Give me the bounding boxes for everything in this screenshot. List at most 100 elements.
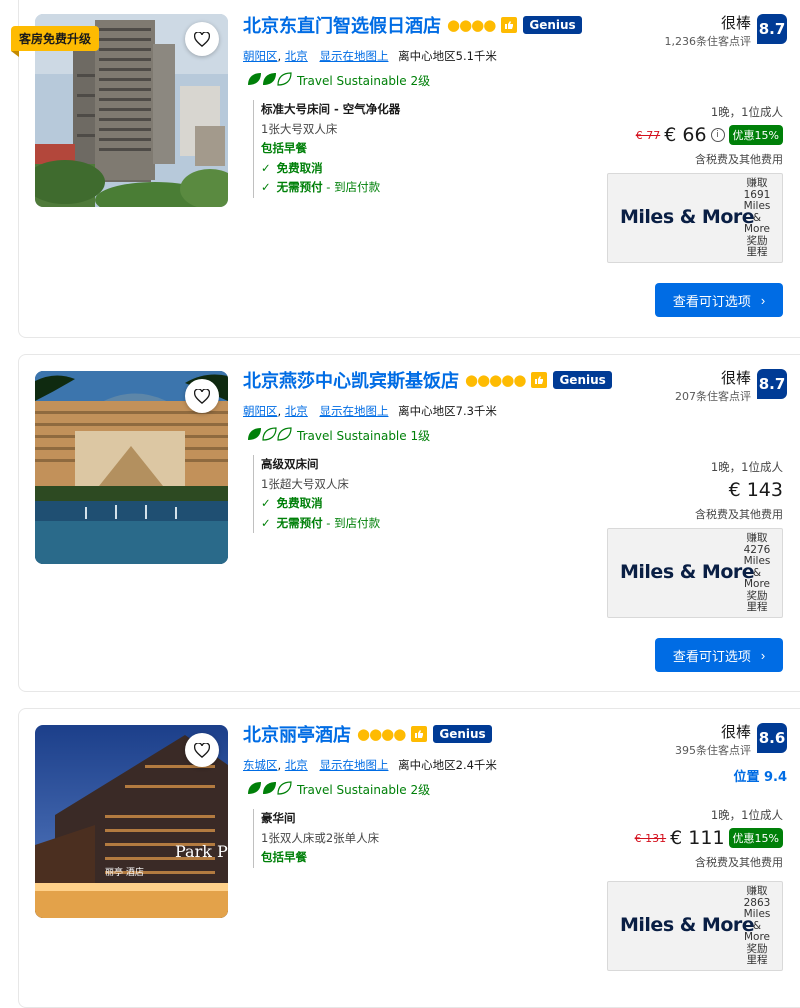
genius-badge: Genius xyxy=(523,16,582,34)
see-availability-button[interactable]: 查看可订选项 › xyxy=(655,638,783,672)
hotel-name-link[interactable]: 北京东直门智选假日酒店 xyxy=(243,12,441,38)
check-icon: ✓ xyxy=(261,180,271,194)
sustainable-label: Travel Sustainable 2级 xyxy=(297,783,431,797)
free-cancellation: ✓ 免费取消 xyxy=(261,159,581,179)
stay-details: 1晚，1位成人 xyxy=(710,105,783,119)
heart-icon xyxy=(194,31,210,47)
original-price: € 77 xyxy=(635,128,661,142)
district-link[interactable]: 朝阳区 xyxy=(243,49,278,63)
room-info: 高级双床间 1张超大号双人床 ✓ 免费取消 ✓ 无需预付 - 到店付款 xyxy=(253,455,581,533)
score-word: 很棒 xyxy=(720,14,751,32)
hotel-name-link[interactable]: 北京燕莎中心凯宾斯基饭店 xyxy=(243,367,459,393)
hotel-chinese-sign: 丽亭 酒店 xyxy=(105,866,144,878)
hotel-card: 北京燕莎中心凯宾斯基饭店 ●●●●● Genius 朝阳区, 北京 显示在地图上… xyxy=(18,354,800,692)
room-name: 豪华间 xyxy=(261,811,296,825)
save-favorite-button[interactable] xyxy=(185,733,219,767)
miles-earn-text: 赚取 2863 Miles & More 奖励 里程 xyxy=(743,885,771,966)
free-cancellation: ✓ 免费取消 xyxy=(261,494,581,514)
breakfast-included: 包括早餐 xyxy=(261,141,307,155)
score-word: 很棒 xyxy=(720,723,751,741)
show-on-map-link[interactable]: 显示在地图上 xyxy=(319,758,388,772)
star-rating: ●●●● xyxy=(357,725,406,743)
distance-text: 离中心地区5.1千米 xyxy=(398,49,497,63)
leaf-icon xyxy=(247,781,293,798)
score-badge: 8.7 xyxy=(757,14,787,44)
score-badge: 8.6 xyxy=(757,723,787,753)
hotel-photo[interactable] xyxy=(35,371,228,564)
check-icon: ✓ xyxy=(261,515,271,530)
review-score[interactable]: 很棒 1,236条住客点评 8.7 xyxy=(664,12,787,49)
stay-details: 1晚，1位成人 xyxy=(710,460,783,474)
original-price: € 131 xyxy=(634,831,667,845)
review-count: 207条住客点评 xyxy=(675,390,751,403)
sustainable-badge: Travel Sustainable 2级 xyxy=(247,72,430,89)
current-price: € 111 xyxy=(670,827,725,849)
room-info: 标准大号床间 - 空气净化器 1张大号双人床 包括早餐 ✓ 免费取消 ✓ 无需预… xyxy=(253,100,581,198)
no-prepayment: ✓ 无需预付 - 到店付款 xyxy=(261,178,581,198)
genius-badge: Genius xyxy=(553,371,612,389)
show-on-map-link[interactable]: 显示在地图上 xyxy=(319,404,388,418)
taxes-note: 含税费及其他费用 xyxy=(695,508,783,521)
heart-icon xyxy=(194,388,210,404)
check-icon: ✓ xyxy=(261,496,271,510)
hotel-photo[interactable]: Park Pl 丽亭 酒店 xyxy=(35,725,228,918)
room-name: 标准大号床间 - 空气净化器 xyxy=(261,102,401,116)
review-count: 1,236条住客点评 xyxy=(664,35,752,48)
leaf-icon xyxy=(247,72,293,89)
park-plaza-sign: Park Pl xyxy=(175,842,228,861)
distance-text: 离中心地区7.3千米 xyxy=(398,404,497,418)
miles-earn-text: 赚取 4276 Miles & More 奖励 里程 xyxy=(743,532,771,613)
leaf-icon xyxy=(247,427,293,444)
chevron-right-icon: › xyxy=(760,292,766,308)
no-prepayment: ✓ 无需预付 - 到店付款 xyxy=(261,514,581,534)
sustainable-badge: Travel Sustainable 2级 xyxy=(247,781,430,798)
sustainable-badge: Travel Sustainable 1级 xyxy=(247,427,430,444)
miles-and-more-logo: Miles & More xyxy=(620,561,755,583)
check-icon: ✓ xyxy=(261,160,271,175)
district-link[interactable]: 朝阳区 xyxy=(243,404,278,418)
save-favorite-button[interactable] xyxy=(185,22,219,56)
score-badge: 8.7 xyxy=(757,369,787,399)
sustainable-label: Travel Sustainable 2级 xyxy=(297,74,431,88)
miles-and-more-logo: Miles & More xyxy=(620,206,755,228)
show-on-map-link[interactable]: 显示在地图上 xyxy=(319,49,388,63)
city-link[interactable]: 北京 xyxy=(285,758,308,772)
current-price: € 66 xyxy=(664,124,707,146)
stay-details: 1晚，1位成人 xyxy=(710,808,783,822)
bed-type: 1张超大号双人床 xyxy=(261,476,349,491)
thumbs-up-icon xyxy=(411,726,428,742)
miles-earn-text: 赚取 1691 Miles & More 奖励 里程 xyxy=(743,177,771,258)
breakfast-included: 包括早餐 xyxy=(261,850,307,864)
current-price: € 143 xyxy=(728,479,783,501)
star-rating: ●●●●● xyxy=(465,371,526,389)
miles-and-more-box: Miles & More 赚取 2863 Miles & More 奖励 里程 xyxy=(607,881,783,971)
save-favorite-button[interactable] xyxy=(185,379,219,413)
hotel-card: 客房免费升级 北京东直门智选假日酒店 ●●●● Genius 朝阳区, 北京 显… xyxy=(11,0,800,338)
miles-and-more-box: Miles & More 赚取 4276 Miles & More 奖励 里程 xyxy=(607,528,783,618)
thumbs-up-icon xyxy=(501,17,518,33)
district-link[interactable]: 东城区 xyxy=(243,758,278,772)
review-score[interactable]: 很棒 207条住客点评 8.7 xyxy=(675,367,787,404)
info-icon[interactable]: i xyxy=(710,128,725,142)
room-name: 高级双床间 xyxy=(261,457,319,471)
distance-text: 离中心地区2.4千米 xyxy=(398,758,497,772)
score-word: 很棒 xyxy=(720,369,751,387)
deal-badge: 优惠15% xyxy=(728,125,783,145)
room-info: 豪华间 1张双人床或2张单人床 包括早餐 xyxy=(253,809,581,868)
free-upgrade-ribbon: 客房免费升级 xyxy=(11,26,100,57)
taxes-note: 含税费及其他费用 xyxy=(695,856,783,869)
hotel-name-link[interactable]: 北京丽亭酒店 xyxy=(243,721,351,747)
city-link[interactable]: 北京 xyxy=(285,49,308,63)
bed-type: 1张双人床或2张单人床 xyxy=(261,830,380,845)
review-count: 395条住客点评 xyxy=(675,744,751,757)
thumbs-up-icon xyxy=(531,372,548,388)
city-link[interactable]: 北京 xyxy=(285,404,308,418)
genius-badge: Genius xyxy=(433,725,492,743)
see-availability-button[interactable]: 查看可订选项 › xyxy=(655,283,783,317)
chevron-right-icon: › xyxy=(760,647,766,663)
bed-type: 1张大号双人床 xyxy=(261,121,338,136)
star-rating: ●●●● xyxy=(447,16,496,34)
hotel-card: Park Pl 丽亭 酒店 北京丽亭酒店 ●●●● Genius 东城区, 北京… xyxy=(18,708,800,1008)
miles-and-more-box: Miles & More 赚取 1691 Miles & More 奖励 里程 xyxy=(607,173,783,263)
review-score[interactable]: 很棒 395条住客点评 8.6 xyxy=(675,721,787,758)
